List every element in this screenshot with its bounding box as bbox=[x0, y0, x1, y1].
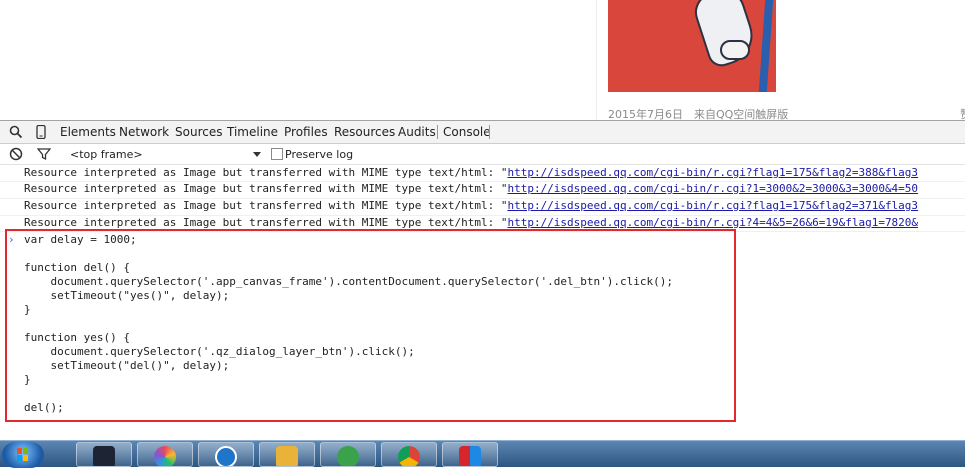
code-line: } bbox=[24, 303, 31, 316]
device-mode-icon[interactable] bbox=[34, 125, 48, 139]
chrome-icon bbox=[398, 446, 420, 466]
devtools-panel: Elements Network Sources Timeline Profil… bbox=[0, 120, 965, 440]
clear-console-icon[interactable] bbox=[9, 147, 23, 161]
code-line: var delay = 1000; bbox=[24, 233, 137, 246]
taskbar-app-k[interactable] bbox=[198, 442, 254, 467]
tab-timeline[interactable]: Timeline bbox=[227, 125, 278, 139]
tab-audits[interactable]: Audits bbox=[398, 125, 436, 139]
code-line: setTimeout("yes()", delay); bbox=[24, 289, 230, 302]
tab-elements[interactable]: Elements bbox=[60, 125, 116, 139]
taskbar-app-green[interactable] bbox=[320, 442, 376, 467]
search-icon[interactable] bbox=[9, 125, 23, 139]
devtools-toolbar: Elements Network Sources Timeline Profil… bbox=[0, 120, 965, 144]
console-message: Resource interpreted as Image but transf… bbox=[24, 166, 919, 179]
windows-logo-icon bbox=[17, 448, 28, 461]
console-prompt-icon: › bbox=[8, 233, 15, 246]
preserve-log-checkbox[interactable] bbox=[271, 148, 283, 160]
message-link[interactable]: http://isdspeed.qq.com/cgi-bin/r.cgi?1=3… bbox=[507, 182, 918, 195]
code-line: del(); bbox=[24, 401, 64, 414]
post-caption-right: 赞 bbox=[960, 106, 965, 120]
console-output[interactable]: Resource interpreted as Image but transf… bbox=[0, 165, 965, 440]
app-green-icon bbox=[337, 446, 359, 466]
tab-separator bbox=[489, 125, 490, 139]
tab-sources[interactable]: Sources bbox=[175, 125, 222, 139]
app-dark-icon bbox=[93, 446, 115, 466]
cartoon-figure bbox=[689, 0, 761, 70]
webpage-area: 2015年7月6日 来自QQ空间触屏版 赞 bbox=[0, 0, 965, 120]
post-caption: 2015年7月6日 来自QQ空间触屏版 bbox=[608, 108, 789, 120]
taskbar-app-dark[interactable] bbox=[76, 442, 132, 467]
tab-profiles[interactable]: Profiles bbox=[284, 125, 328, 139]
preserve-log-label: Preserve log bbox=[285, 148, 354, 161]
tab-resources[interactable]: Resources bbox=[334, 125, 395, 139]
taskbar-app-red-blue[interactable] bbox=[442, 442, 498, 467]
folder-icon bbox=[276, 446, 298, 466]
console-message: Resource interpreted as Image but transf… bbox=[24, 216, 919, 229]
console-filter-bar: <top frame> Preserve log bbox=[0, 144, 965, 165]
tab-separator bbox=[437, 125, 438, 139]
console-message: Resource interpreted as Image but transf… bbox=[24, 199, 919, 212]
message-link[interactable]: http://isdspeed.qq.com/cgi-bin/r.cgi?fla… bbox=[507, 166, 918, 179]
start-button[interactable] bbox=[2, 442, 44, 468]
filter-icon[interactable] bbox=[37, 147, 51, 161]
code-line: function yes() { bbox=[24, 331, 130, 344]
message-link[interactable]: http://isdspeed.qq.com/cgi-bin/r.cgi?fla… bbox=[507, 199, 918, 212]
message-divider bbox=[0, 231, 965, 232]
cartoon-hand bbox=[720, 40, 750, 60]
tab-console[interactable]: Console bbox=[443, 125, 491, 139]
page-divider bbox=[596, 0, 597, 120]
post-image[interactable] bbox=[608, 0, 776, 92]
code-line: document.querySelector('.app_canvas_fram… bbox=[24, 275, 674, 288]
taskbar-app-chrome[interactable] bbox=[381, 442, 437, 467]
app-colorful-icon bbox=[154, 446, 176, 466]
code-line: } bbox=[24, 373, 31, 386]
message-link[interactable]: http://isdspeed.qq.com/cgi-bin/r.cgi?4=4… bbox=[507, 216, 918, 229]
taskbar-app-files[interactable] bbox=[259, 442, 315, 467]
cartoon-pole bbox=[758, 0, 774, 92]
taskbar-app-colorful[interactable] bbox=[137, 442, 193, 467]
app-red-blue-icon bbox=[459, 446, 481, 466]
context-selector[interactable]: <top frame> bbox=[70, 148, 143, 161]
code-line: function del() { bbox=[24, 261, 130, 274]
chevron-down-icon[interactable] bbox=[253, 152, 261, 157]
tab-network[interactable]: Network bbox=[119, 125, 169, 139]
code-line: setTimeout("del()", delay); bbox=[24, 359, 230, 372]
taskbar bbox=[0, 440, 965, 468]
app-k-icon bbox=[215, 446, 237, 466]
code-line: document.querySelector('.qz_dialog_layer… bbox=[24, 345, 415, 358]
console-message: Resource interpreted as Image but transf… bbox=[24, 182, 919, 195]
